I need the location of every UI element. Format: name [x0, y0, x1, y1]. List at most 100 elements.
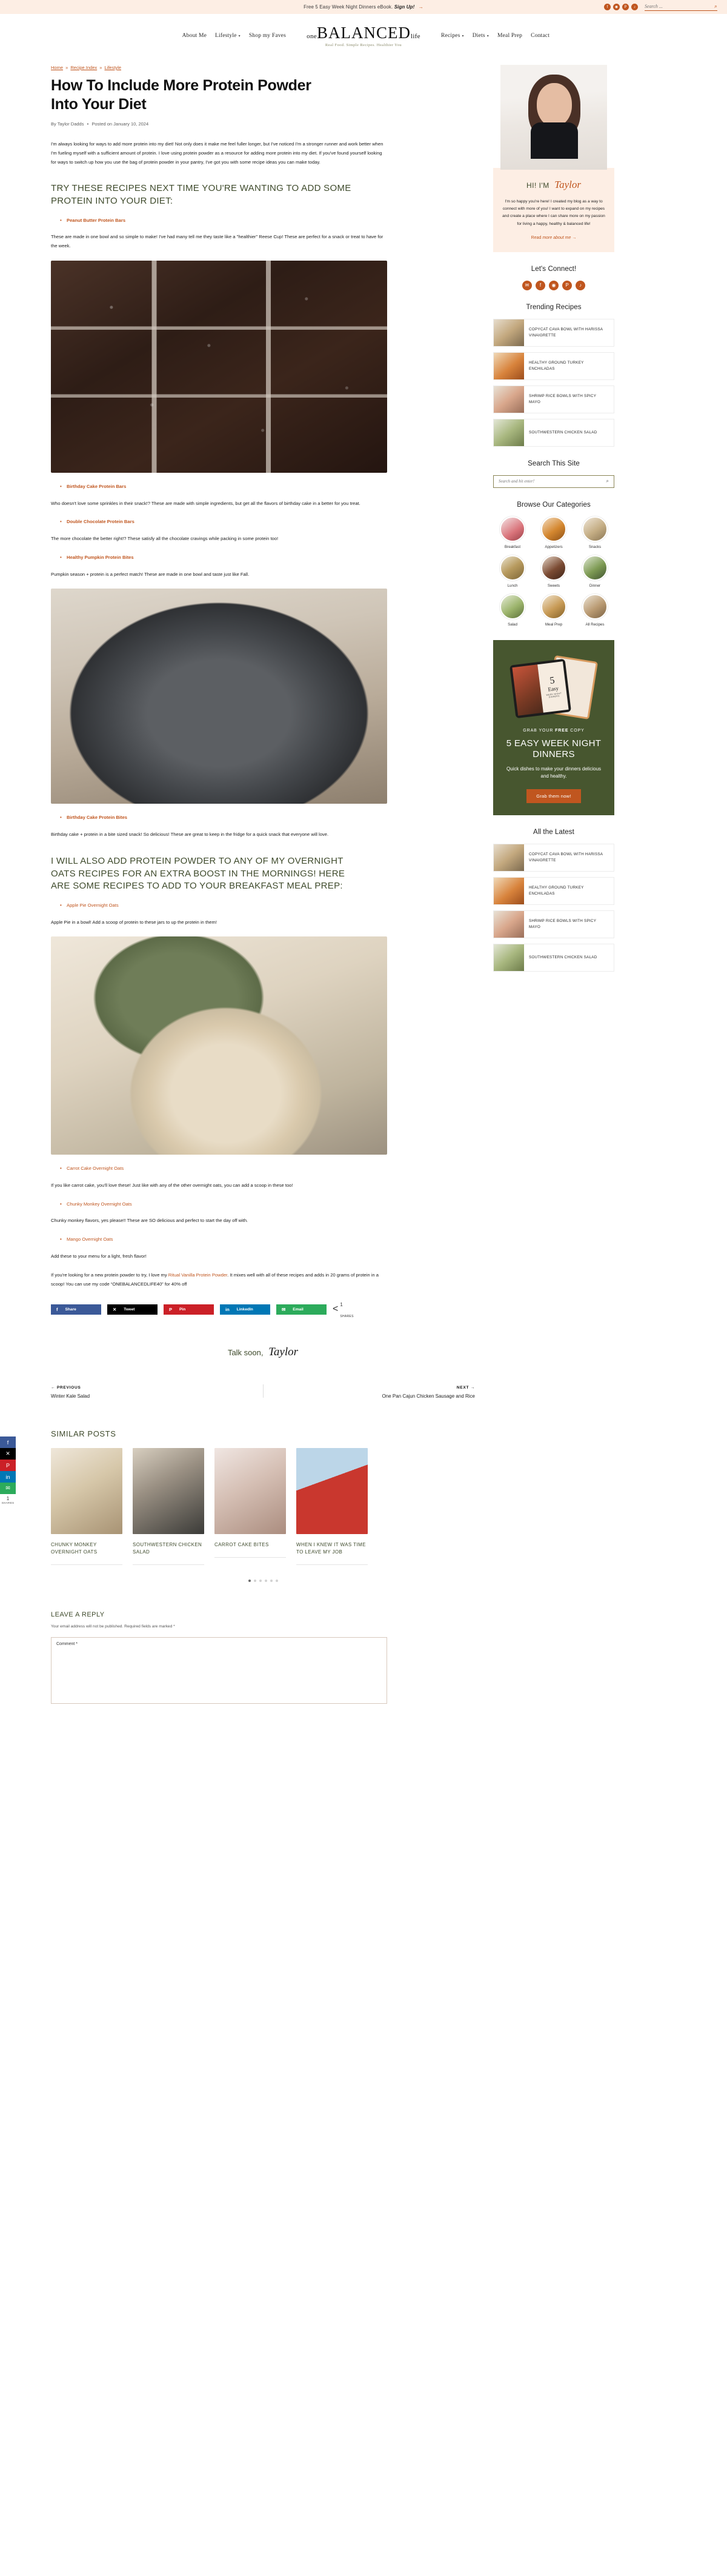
tiktok-icon[interactable]: ♪ [576, 280, 585, 290]
trending-item[interactable]: COPYCAT CAVA BOWL WITH HARISSA VINAIGRET… [493, 318, 614, 347]
recipe-link-list-3: Double Chocolate Protein Bars [60, 518, 475, 526]
category-snacks[interactable]: Snacks [579, 516, 611, 549]
category-label: Breakfast [504, 544, 521, 549]
trending-item[interactable]: SHRIMP RICE BOWLS WITH SPICY MAYO [493, 385, 614, 413]
link-birthday-cake-protein-bites[interactable]: Birthday Cake Protein Bites [67, 815, 127, 820]
nav-item-recipes[interactable]: Recipes ▾ [441, 33, 464, 39]
link-double-chocolate-protein-bars[interactable]: Double Chocolate Protein Bars [67, 519, 134, 524]
grab-them-now-button[interactable]: Grab them now! [526, 789, 581, 803]
search-icon[interactable]: ⌕ [606, 478, 609, 484]
trending-item[interactable]: HEALTHY GROUND TURKEY ENCHILADAS [493, 352, 614, 380]
nav-item-shop-my-faves[interactable]: Shop my Faves [249, 33, 286, 39]
link-carrot-cake-overnight-oats[interactable]: Carrot Cake Overnight Oats [67, 1166, 124, 1171]
carousel-dots [51, 1580, 475, 1583]
link-mango-overnight-oats[interactable]: Mango Overnight Oats [67, 1236, 113, 1242]
facebook-icon: f [7, 1439, 9, 1446]
read-more-about-me-link[interactable]: Read more about me → [502, 236, 606, 240]
previous-title[interactable]: Winter Kale Salad [51, 1393, 263, 1399]
facebook-icon: f [56, 1306, 58, 1312]
next-post[interactable]: NEXT → One Pan Cajun Chicken Sausage and… [263, 1386, 475, 1399]
link-healthy-pumpkin-protein-bites[interactable]: Healthy Pumpkin Protein Bites [67, 555, 134, 560]
carousel-dot[interactable] [270, 1580, 273, 1583]
similar-post-card[interactable]: CARROT CAKE BITES [214, 1448, 286, 1565]
link-chunky-monkey-overnight-oats[interactable]: Chunky Monkey Overnight Oats [67, 1201, 132, 1207]
latest-item[interactable]: COPYCAT CAVA BOWL WITH HARISSA VINAIGRET… [493, 843, 614, 872]
rail-pinterest-button[interactable]: P [0, 1460, 16, 1471]
latest-thumbnail [494, 944, 524, 971]
share-linkedin-button[interactable]: in LinkedIn [220, 1304, 270, 1315]
rail-facebook-button[interactable]: f [0, 1436, 16, 1448]
latest-item[interactable]: SOUTHWESTERN CHICKEN SALAD [493, 943, 614, 972]
latest-item[interactable]: SHRIMP RICE BOWLS WITH SPICY MAYO [493, 910, 614, 938]
nav-label: About Me [182, 33, 207, 39]
carousel-dot[interactable] [275, 1580, 278, 1583]
tiktok-icon[interactable]: ♪ [631, 4, 638, 10]
search-icon[interactable]: ⌕ [714, 3, 717, 10]
topbar-search-input[interactable] [645, 4, 700, 9]
nav-item-diets[interactable]: Diets ▾ [473, 33, 489, 39]
link-peanut-butter-protein-bars[interactable]: Peanut Butter Protein Bars [67, 218, 125, 223]
author-photo [500, 65, 607, 170]
category-sweets[interactable]: Sweets [537, 555, 570, 588]
ebook-cover-number: 5 [549, 675, 556, 686]
category-appetizers[interactable]: Appetizers [537, 516, 570, 549]
instagram-icon[interactable]: ◉ [549, 280, 559, 290]
sidebar-search[interactable]: ⌕ [493, 475, 614, 488]
nav-item-meal-prep[interactable]: Meal Prep [497, 33, 522, 39]
similar-post-card[interactable]: WHEN I KNEW IT WAS TIME TO LEAVE MY JOB [296, 1448, 368, 1566]
previous-post[interactable]: ← PREVIOUS Winter Kale Salad [51, 1386, 263, 1399]
latest-item[interactable]: HEALTHY GROUND TURKEY ENCHILADAS [493, 876, 614, 905]
share-twitter-button[interactable]: ✕ Tweet [107, 1304, 158, 1315]
similar-post-title[interactable]: CHUNKY MONKEY OVERNIGHT OATS [51, 1541, 122, 1566]
photo-shape [531, 122, 578, 159]
facebook-icon[interactable]: f [604, 4, 611, 10]
category-breakfast[interactable]: Breakfast [496, 516, 529, 549]
carousel-dot[interactable] [264, 1580, 267, 1583]
category-dinner[interactable]: Dinner [579, 555, 611, 588]
rail-twitter-button[interactable]: ✕ [0, 1448, 16, 1460]
site-logo[interactable]: one BALANCED life Real Food. Simple Reci… [303, 24, 424, 47]
trending-item[interactable]: SOUTHWESTERN CHICKEN SALAD [493, 418, 614, 447]
nav-item-contact[interactable]: Contact [531, 33, 549, 39]
link-birthday-cake-protein-bars[interactable]: Birthday Cake Protein Bars [67, 484, 126, 489]
email-icon[interactable]: ✉ [522, 280, 532, 290]
nav-item-about-me[interactable]: About Me [182, 33, 207, 39]
category-salad[interactable]: Salad [496, 593, 529, 627]
topbar-search[interactable]: ⌕ [645, 3, 717, 11]
sign-up-link[interactable]: Sign Up! [394, 4, 415, 10]
comment-textarea[interactable]: Comment * [51, 1637, 387, 1704]
breadcrumb: Home » Recipe Index » Lifestyle [51, 65, 475, 70]
rail-email-button[interactable]: ✉ [0, 1483, 16, 1494]
similar-post-card[interactable]: CHUNKY MONKEY OVERNIGHT OATS [51, 1448, 122, 1566]
pinterest-icon[interactable]: P [562, 280, 572, 290]
carousel-dot[interactable] [253, 1580, 256, 1583]
link-apple-pie-overnight-oats[interactable]: Apple Pie Overnight Oats [67, 903, 119, 908]
similar-post-card[interactable]: SOUTHWESTERN CHICKEN SALAD [133, 1448, 204, 1566]
carousel-dot[interactable] [259, 1580, 262, 1583]
category-meal-prep[interactable]: Meal Prep [537, 593, 570, 627]
sidebar-search-input[interactable] [499, 479, 589, 484]
rail-count-number: 1 [6, 1496, 10, 1501]
similar-post-title[interactable]: CARROT CAKE BITES [214, 1541, 286, 1558]
breadcrumb-home[interactable]: Home [51, 65, 63, 70]
next-title[interactable]: One Pan Cajun Chicken Sausage and Rice [263, 1393, 475, 1399]
promo-kicker-bold: FREE [555, 728, 569, 733]
similar-post-title[interactable]: WHEN I KNEW IT WAS TIME TO LEAVE MY JOB [296, 1541, 368, 1566]
share-pinterest-button[interactable]: P Pin [164, 1304, 214, 1315]
similar-post-title[interactable]: SOUTHWESTERN CHICKEN SALAD [133, 1541, 204, 1566]
breadcrumb-recipe-index[interactable]: Recipe Index [70, 65, 97, 70]
breadcrumb-lifestyle[interactable]: Lifestyle [105, 65, 122, 70]
promo-headline: 5 EASY WEEK NIGHT DINNERS [506, 738, 602, 759]
facebook-icon[interactable]: f [536, 280, 545, 290]
list-item: Double Chocolate Protein Bars [60, 518, 475, 526]
share-email-button[interactable]: ✉ Email [276, 1304, 327, 1315]
category-lunch[interactable]: Lunch [496, 555, 529, 588]
pinterest-icon[interactable]: P [622, 4, 629, 10]
share-facebook-button[interactable]: f Share [51, 1304, 101, 1315]
rail-linkedin-button[interactable]: in [0, 1471, 16, 1483]
category-all-recipes[interactable]: All Recipes [579, 593, 611, 627]
instagram-icon[interactable]: ◉ [613, 4, 620, 10]
nav-item-lifestyle[interactable]: Lifestyle ▾ [215, 33, 241, 39]
carousel-dot[interactable] [248, 1580, 251, 1583]
link-ritual-vanilla-protein-powder[interactable]: Ritual Vanilla Protein Powder [168, 1272, 227, 1278]
